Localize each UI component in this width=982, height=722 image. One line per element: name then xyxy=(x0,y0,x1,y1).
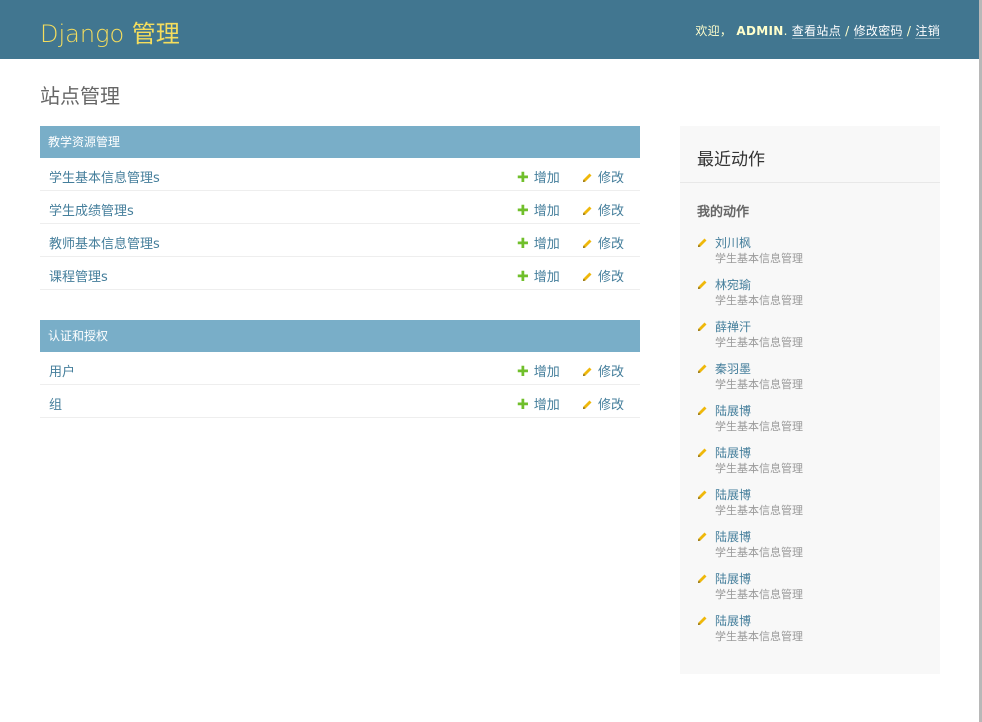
action-item: 陆展博 学生基本信息管理 xyxy=(697,486,927,522)
pencil-icon xyxy=(698,238,707,247)
action-item: 陆展博 学生基本信息管理 xyxy=(697,528,927,564)
action-content-type: 学生基本信息管理 xyxy=(715,546,803,559)
pencil-icon xyxy=(698,364,707,373)
action-content-type: 学生基本信息管理 xyxy=(715,630,803,643)
pencil-icon xyxy=(583,206,592,215)
pencil-icon xyxy=(583,272,592,281)
change-password-link[interactable]: 修改密码 xyxy=(853,24,903,39)
add-link[interactable]: ✚ 增加 xyxy=(517,394,560,413)
table-row: 学生成绩管理s ✚ 增加 修改 xyxy=(40,191,640,224)
user-tools: 欢迎， ADMIN. 查看站点 / 修改密码 / 注销 xyxy=(695,24,940,39)
action-content-type: 学生基本信息管理 xyxy=(715,378,803,391)
username: ADMIN xyxy=(736,24,784,38)
add-link[interactable]: ✚ 增加 xyxy=(517,167,560,186)
model-link[interactable]: 课程管理s xyxy=(49,266,108,285)
plus-icon: ✚ xyxy=(517,203,529,219)
table-row: 用户 ✚ 增加 修改 xyxy=(40,352,640,385)
table-row: 教师基本信息管理s ✚ 增加 修改 xyxy=(40,224,640,257)
pencil-icon xyxy=(698,616,707,625)
pencil-icon xyxy=(698,532,707,541)
module-caption[interactable]: 教学资源管理 xyxy=(40,126,640,158)
action-item: 秦羽墨 学生基本信息管理 xyxy=(697,360,927,396)
action-content-type: 学生基本信息管理 xyxy=(715,294,803,307)
page-title: 站点管理 xyxy=(40,84,120,108)
view-site-link[interactable]: 查看站点 xyxy=(791,24,841,39)
table-row: 组 ✚ 增加 修改 xyxy=(40,385,640,418)
plus-icon: ✚ xyxy=(517,170,529,186)
action-item: 陆展博 学生基本信息管理 xyxy=(697,444,927,480)
action-item: 陆展博 学生基本信息管理 xyxy=(697,402,927,438)
action-content-type: 学生基本信息管理 xyxy=(715,252,803,265)
plus-icon: ✚ xyxy=(517,269,529,285)
plus-icon: ✚ xyxy=(517,364,529,380)
change-link[interactable]: 修改 xyxy=(582,394,624,413)
action-object-link[interactable]: 秦羽墨 xyxy=(715,360,751,377)
pencil-icon xyxy=(698,574,707,583)
change-link[interactable]: 修改 xyxy=(582,266,624,285)
action-content-type: 学生基本信息管理 xyxy=(715,588,803,601)
model-link[interactable]: 学生基本信息管理s xyxy=(49,167,160,186)
add-link[interactable]: ✚ 增加 xyxy=(517,361,560,380)
change-link[interactable]: 修改 xyxy=(582,361,624,380)
divider xyxy=(680,182,940,183)
action-item: 薛禅汗 学生基本信息管理 xyxy=(697,318,927,354)
action-content-type: 学生基本信息管理 xyxy=(715,336,803,349)
add-link[interactable]: ✚ 增加 xyxy=(517,233,560,252)
pencil-icon xyxy=(698,448,707,457)
action-object-link[interactable]: 陆展博 xyxy=(715,570,751,587)
site-branding[interactable]: Django 管理 xyxy=(40,14,180,49)
action-item: 陆展博 学生基本信息管理 xyxy=(697,570,927,606)
pencil-icon xyxy=(698,280,707,289)
action-object-link[interactable]: 陆展博 xyxy=(715,612,751,629)
logout-link[interactable]: 注销 xyxy=(915,24,940,39)
pencil-icon xyxy=(583,400,592,409)
pencil-icon xyxy=(698,406,707,415)
plus-icon: ✚ xyxy=(517,236,529,252)
module-caption[interactable]: 认证和授权 xyxy=(40,320,640,352)
plus-icon: ✚ xyxy=(517,397,529,413)
recent-actions-title: 最近动作 xyxy=(697,150,765,170)
add-link[interactable]: ✚ 增加 xyxy=(517,200,560,219)
action-object-link[interactable]: 林宛瑜 xyxy=(715,276,751,293)
action-item: 林宛瑜 学生基本信息管理 xyxy=(697,276,927,312)
add-link[interactable]: ✚ 增加 xyxy=(517,266,560,285)
pencil-icon xyxy=(583,239,592,248)
action-object-link[interactable]: 陆展博 xyxy=(715,528,751,545)
action-item: 刘川枫 学生基本信息管理 xyxy=(697,234,927,270)
recent-actions-panel: 最近动作 我的动作 刘川枫 学生基本信息管理 林宛瑜 学生基本信息管理 薛禅汗 … xyxy=(680,126,940,674)
action-object-link[interactable]: 薛禅汗 xyxy=(715,318,751,335)
action-content-type: 学生基本信息管理 xyxy=(715,504,803,517)
site-header: Django 管理 欢迎， ADMIN. 查看站点 / 修改密码 / 注销 xyxy=(0,0,979,59)
pencil-icon xyxy=(698,322,707,331)
model-link[interactable]: 教师基本信息管理s xyxy=(49,233,160,252)
action-object-link[interactable]: 陆展博 xyxy=(715,486,751,503)
change-link[interactable]: 修改 xyxy=(582,167,624,186)
action-item: 陆展博 学生基本信息管理 xyxy=(697,612,927,648)
module-auth: 认证和授权 用户 ✚ 增加 修改 组 ✚ 增加 修改 xyxy=(40,320,640,418)
change-link[interactable]: 修改 xyxy=(582,233,624,252)
pencil-icon xyxy=(698,490,707,499)
model-link[interactable]: 用户 xyxy=(49,361,75,380)
action-content-type: 学生基本信息管理 xyxy=(715,462,803,475)
model-link[interactable]: 组 xyxy=(49,394,62,413)
action-object-link[interactable]: 陆展博 xyxy=(715,402,751,419)
welcome-text: 欢迎， xyxy=(695,24,733,38)
action-object-link[interactable]: 刘川枫 xyxy=(715,234,751,251)
table-row: 学生基本信息管理s ✚ 增加 修改 xyxy=(40,158,640,191)
table-row: 课程管理s ✚ 增加 修改 xyxy=(40,257,640,290)
pencil-icon xyxy=(583,367,592,376)
model-link[interactable]: 学生成绩管理s xyxy=(49,200,134,219)
action-content-type: 学生基本信息管理 xyxy=(715,420,803,433)
my-actions-heading: 我的动作 xyxy=(697,205,750,220)
change-link[interactable]: 修改 xyxy=(582,200,624,219)
action-object-link[interactable]: 陆展博 xyxy=(715,444,751,461)
module-teaching-resources: 教学资源管理 学生基本信息管理s ✚ 增加 修改 学生成绩管理s ✚ 增加 修改 教… xyxy=(40,126,640,290)
pencil-icon xyxy=(583,173,592,182)
